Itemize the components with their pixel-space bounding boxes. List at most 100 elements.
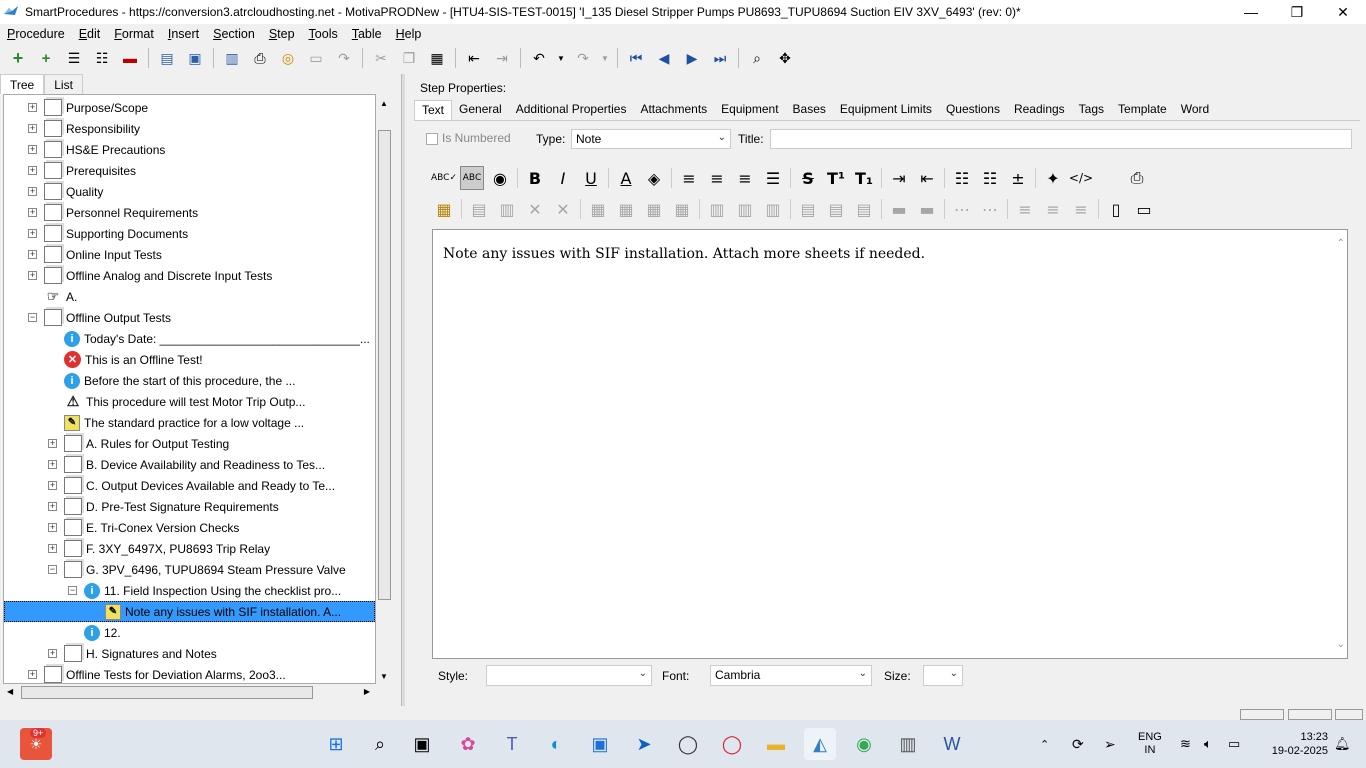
cell-width-icon[interactable]: ▭ [1132,197,1156,221]
show-hidden-icons-icon[interactable]: ⌃ [1040,720,1049,768]
numbered-list-icon[interactable]: ☷ [978,166,1002,190]
add-substep-icon[interactable]: + [35,47,57,69]
save-icon[interactable]: ▣ [184,47,206,69]
expand-icon[interactable]: + [28,166,37,175]
tree-node[interactable]: + Purpose/Scope [28,97,148,118]
step-text[interactable]: Note any issues with SIF installation. A… [443,246,925,262]
editor-scroll-up-icon[interactable]: ⌃ [1337,238,1345,249]
menu-section[interactable]: Section [206,27,262,41]
tab-list[interactable]: List [44,74,83,94]
merge-right-icon[interactable]: ▬ [887,197,911,221]
scroll-left-icon[interactable]: ◀ [7,687,13,696]
file-explorer-icon[interactable]: ▬ [760,728,792,760]
tab-additional-properties[interactable]: Additional Properties [509,100,634,120]
expand-icon[interactable]: + [48,649,57,658]
insert-row-below-icon[interactable]: ▤ [824,197,848,221]
expand-icon[interactable]: + [28,145,37,154]
tree-node[interactable]: + A. Rules for Output Testing [48,433,229,454]
tree-node[interactable]: + E. Tri-Conex Version Checks [48,517,239,538]
tree-node[interactable]: + Offline Analog and Discrete Input Tests [28,265,272,286]
expand-icon[interactable]: + [28,250,37,259]
menu-insert[interactable]: Insert [161,27,206,41]
redo-icon[interactable]: ↷ [572,47,594,69]
expand-icon[interactable]: + [48,523,57,532]
split-h-icon[interactable]: ⋯ [950,197,974,221]
location-icon[interactable]: ➢ [1104,720,1116,768]
justify-icon[interactable]: ☰ [761,166,785,190]
expand-icon[interactable]: + [28,187,37,196]
insert-col-left-icon[interactable]: ▥ [705,197,729,221]
tree-vertical-scroll-thumb[interactable] [378,130,391,600]
tab-text[interactable]: Text [414,100,453,120]
smartprocedures-taskbar-icon[interactable]: ◭ [804,728,836,760]
spell-check-icon[interactable]: ABC✓ [431,166,457,190]
expand-icon[interactable]: + [48,439,57,448]
tab-equipment-limits[interactable]: Equipment Limits [833,100,939,120]
undo-icon[interactable]: ↶ [528,47,550,69]
delete-cell-icon[interactable]: ✕ [523,197,547,221]
cut-icon[interactable]: ✂ [370,47,392,69]
delete-row2-icon[interactable]: ▤ [852,197,876,221]
tree-node[interactable]: − i 11. Field Inspection Using the checkli… [68,580,341,601]
indent-icon[interactable]: ⇥ [491,47,513,69]
remote-app-icon[interactable]: ▥ [892,728,924,760]
tree-node[interactable]: + Personnel Requirements [28,202,198,223]
copy-icon[interactable]: ❐ [398,47,420,69]
tab-word[interactable]: Word [1174,100,1216,120]
undo-dropdown-icon[interactable]: ▼ [556,47,566,69]
opera-icon[interactable]: ◯ [716,728,748,760]
web-icon[interactable]: ◉ [488,166,512,190]
close-button[interactable]: ✕ [1320,0,1366,24]
copilot-icon[interactable]: ✿ [452,728,484,760]
increase-indent-icon[interactable]: ⇥ [887,166,911,190]
tab-general[interactable]: General [452,100,509,120]
align-left-icon[interactable]: ≡ [677,166,701,190]
tree-node[interactable]: + Prerequisites [28,160,136,181]
first-icon[interactable]: ⏮ [625,47,647,69]
expand-icon[interactable]: + [28,103,37,112]
editor-scroll-down-icon[interactable]: ⌄ [1337,639,1345,650]
tree-node[interactable]: + Supporting Documents [28,223,188,244]
open-icon[interactable]: ▤ [156,47,178,69]
tree-node[interactable]: i Before the start of this procedure, the… [64,370,295,391]
word-icon[interactable]: W [936,728,968,760]
tree-node[interactable]: + C. Output Devices Available and Ready t… [48,475,335,496]
redo-arrow-icon[interactable]: ↷ [333,47,355,69]
table-row-icon[interactable]: ▤ [467,197,491,221]
tree-node[interactable]: i Today's Date: _________________________… [64,328,370,349]
delete-row-icon[interactable]: ✕ [551,197,575,221]
upload-icon[interactable]: ▥ [221,47,243,69]
auto-spell-check-icon[interactable]: ABC [460,166,484,190]
tree-node[interactable]: + HS&E Precautions [28,139,165,160]
tree-node[interactable]: ✎ Note any issues with SIF installation. … [4,601,375,622]
dell-icon[interactable]: ◯ [672,728,704,760]
maximize-button[interactable]: ❐ [1274,0,1320,24]
tree-horizontal-scroll-thumb[interactable] [21,686,313,699]
expand-icon[interactable]: + [28,271,37,280]
collapse-icon[interactable]: − [28,313,37,322]
menu-format[interactable]: Format [107,27,161,41]
battery-icon[interactable]: ▭ [1228,720,1240,768]
align-bottom-icon[interactable]: ≡ [1069,197,1093,221]
expand-icon[interactable]: + [28,124,37,133]
form-icon[interactable]: ▭ [305,47,327,69]
align-right-icon[interactable]: ≡ [733,166,757,190]
superscript-icon[interactable]: T¹ [824,166,848,190]
outdent-icon[interactable]: ⇤ [463,47,485,69]
menu-step[interactable]: Step [262,27,302,41]
tab-attachments[interactable]: Attachments [633,100,714,120]
insert-line-icon[interactable]: ± [1006,166,1030,190]
tree-node[interactable]: − G. 3PV_6496, TUPU8694 Steam Pressure Va… [48,559,346,580]
redo-dropdown-icon[interactable]: ▼ [600,47,610,69]
menu-procedure[interactable]: Procedure [0,27,72,41]
expand-icon[interactable]: + [48,460,57,469]
pane-splitter[interactable] [401,74,405,706]
tree-node[interactable]: i 12. [84,622,121,643]
merge-down-icon[interactable]: ▬ [915,197,939,221]
scroll-up-icon[interactable]: ▲ [380,99,388,108]
tree-node[interactable]: ☞ A. [44,286,78,307]
menu-edit[interactable]: Edit [72,27,108,41]
tree-node[interactable]: + H. Signatures and Notes [48,643,217,664]
expand-icon[interactable]: + [28,208,37,217]
style-select[interactable]: ⌄ [486,665,652,686]
